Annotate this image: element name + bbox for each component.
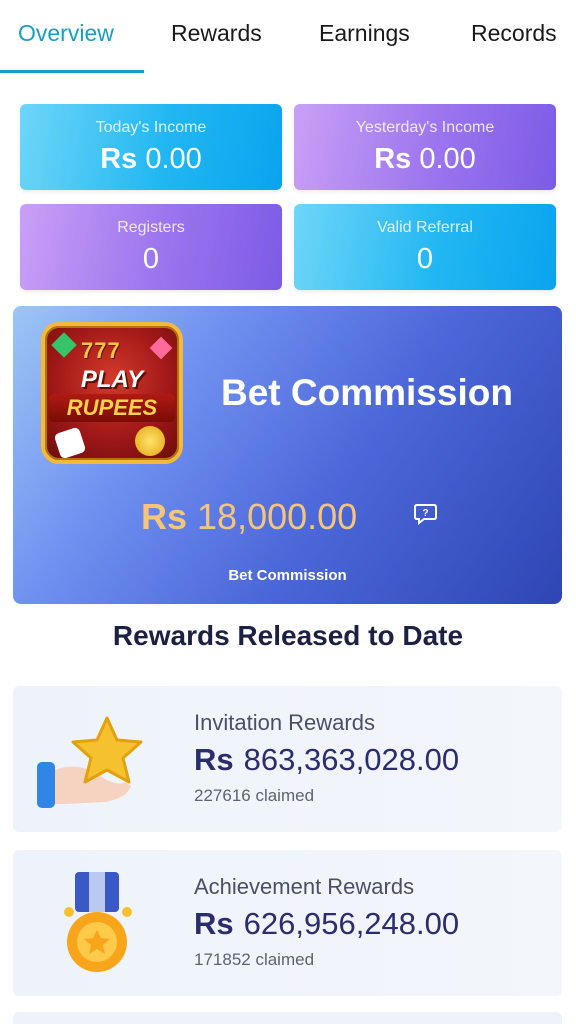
today-income-value: Rs 0.00 <box>100 143 202 176</box>
bet-commission-title: Bet Commission <box>221 372 513 413</box>
tab-records[interactable]: Records <box>471 20 557 47</box>
invitation-rewards-value: 863,363,028.00 <box>243 742 460 777</box>
achievement-rewards-card[interactable]: Achievement Rewards Rs 626,956,248.00 171… <box>13 850 562 996</box>
currency-label: Rs <box>194 906 234 941</box>
medal-icon <box>64 872 132 972</box>
coin-icon <box>135 426 165 456</box>
gem-icon <box>51 332 77 358</box>
currency-label: Rs <box>141 496 188 537</box>
valid-referral-card: Valid Referral 0 <box>294 204 556 290</box>
tab-bar: Overview Rewards Earnings Records <box>0 0 576 74</box>
tab-earnings[interactable]: Earnings <box>319 20 410 47</box>
logo-play-text: PLAY <box>80 366 144 393</box>
registers-label: Registers <box>117 218 185 236</box>
next-reward-card-peek <box>13 1012 562 1024</box>
invitation-rewards-card[interactable]: Invitation Rewards Rs 863,363,028.00 2276… <box>13 686 562 832</box>
bet-commission-caption: Bet Commission <box>228 567 347 584</box>
achievement-rewards-amount: Rs 626,956,248.00 <box>194 906 459 942</box>
yesterday-income-value: Rs 0.00 <box>374 143 476 176</box>
today-income-amount: 0.00 <box>145 142 202 175</box>
today-income-card: Today's Income Rs 0.00 <box>20 104 282 190</box>
active-tab-indicator <box>0 70 144 73</box>
dice-icon <box>53 426 87 460</box>
valid-referral-label: Valid Referral <box>377 218 473 236</box>
achievement-rewards-label: Achievement Rewards <box>194 874 415 899</box>
bet-commission-value: 18,000.00 <box>197 496 358 537</box>
gem-icon <box>149 336 173 360</box>
question-bubble-icon[interactable]: ? <box>413 503 438 525</box>
rewards-released-title: Rewards Released to Date <box>112 620 464 651</box>
achievement-rewards-value: 626,956,248.00 <box>243 906 460 941</box>
invitation-rewards-claimed: 227616 claimed <box>194 786 315 805</box>
registers-card: Registers 0 <box>20 204 282 290</box>
play-rupees-logo: 777 PLAY RUPEES <box>41 322 183 464</box>
yesterday-income-card: Yesterday's Income Rs 0.00 <box>294 104 556 190</box>
registers-value: 0 <box>142 242 160 275</box>
achievement-rewards-claimed: 171852 claimed <box>194 950 315 969</box>
svg-text:?: ? <box>422 508 428 519</box>
tab-overview[interactable]: Overview <box>18 20 114 47</box>
logo-sevens: 777 <box>81 338 121 363</box>
invitation-rewards-label: Invitation Rewards <box>194 710 375 735</box>
tab-rewards[interactable]: Rewards <box>171 20 262 47</box>
logo-rupees-text: RUPEES <box>49 394 175 422</box>
yesterday-income-label: Yesterday's Income <box>355 118 495 136</box>
valid-referral-value: 0 <box>416 242 434 275</box>
today-income-label: Today's Income <box>95 118 207 136</box>
currency-label: Rs <box>194 742 234 777</box>
yesterday-income-amount: 0.00 <box>419 142 476 175</box>
invitation-rewards-amount: Rs 863,363,028.00 <box>194 742 459 778</box>
hand-star-icon <box>37 716 143 808</box>
currency-label: Rs <box>374 142 412 175</box>
bet-commission-amount: Rs 18,000.00 <box>141 496 357 538</box>
currency-label: Rs <box>100 142 138 175</box>
bet-commission-card: 777 PLAY RUPEES Bet Commission Rs 18,000.… <box>13 306 562 604</box>
